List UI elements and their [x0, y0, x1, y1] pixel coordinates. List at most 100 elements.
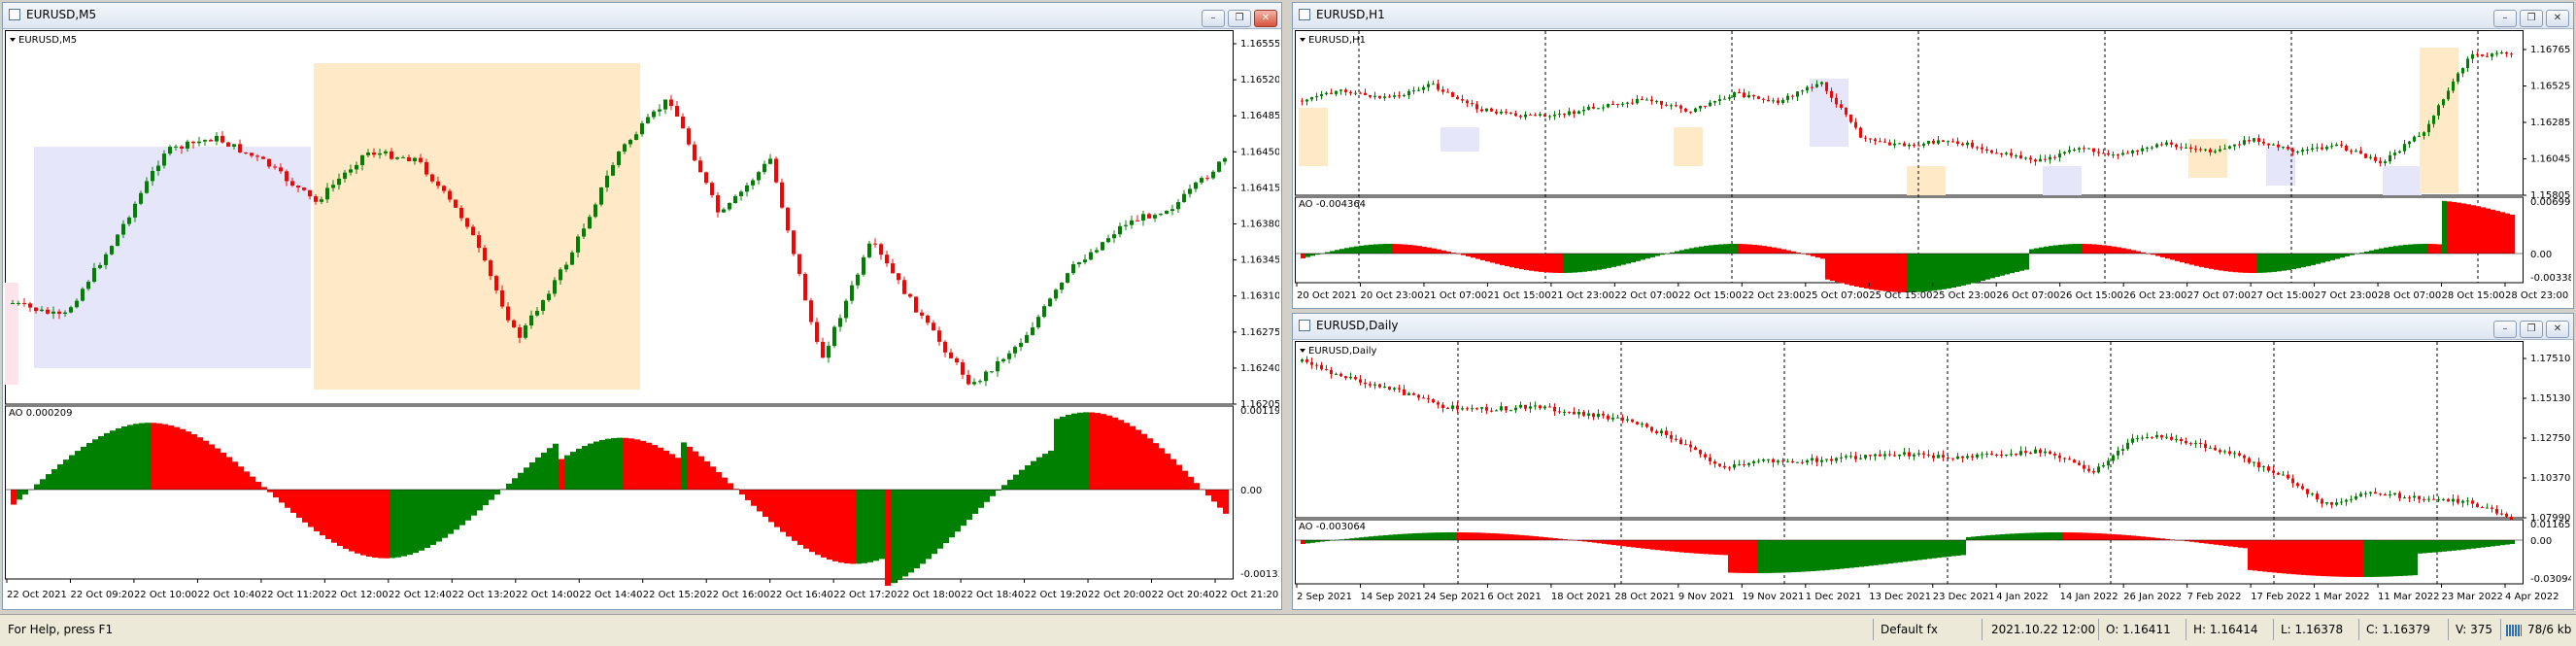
candle-body — [867, 243, 871, 257]
candle-body — [2243, 455, 2246, 459]
ao-bar — [1378, 535, 1383, 540]
candle-body — [2087, 468, 2090, 471]
ao-bar — [1456, 532, 1461, 540]
ao-bar — [1539, 254, 1543, 272]
restore-button[interactable]: ❐ — [2520, 321, 2543, 338]
candle-body — [1694, 108, 1697, 113]
ao-bar — [617, 437, 623, 490]
close-button[interactable]: ✕ — [1254, 10, 1277, 27]
window-titlebar[interactable]: EURUSD,Daily – ❐ ✕ — [1293, 314, 2573, 340]
candle-body — [1388, 96, 1391, 98]
candle-body — [2461, 500, 2464, 503]
ao-bar — [2476, 540, 2481, 549]
chart-window-m5[interactable]: EURUSD,M5 – ❐ ✕ 1.16555 1.16520 1.16485 1.164… — [2, 2, 1282, 610]
candle-body — [2243, 140, 2246, 145]
ao-bar — [1854, 540, 1859, 568]
ao-bar — [1524, 254, 1529, 270]
time-tick-label: 22 Oct 12:00 — [324, 590, 388, 600]
ao-bar — [1031, 460, 1036, 490]
ao-bar — [1505, 533, 1509, 540]
ao-bar — [2228, 254, 2233, 272]
price-tick-label: 1.17510 — [2530, 354, 2570, 364]
candle-body — [1461, 408, 1464, 410]
candle-body — [2131, 151, 2134, 153]
ao-bar — [1176, 464, 1182, 490]
ao-bar — [1592, 254, 1597, 271]
ao-bar — [2092, 532, 2097, 540]
window-titlebar[interactable]: EURUSD,H1 – ❐ ✕ — [1293, 3, 2573, 29]
close-button[interactable]: ✕ — [2546, 10, 2569, 27]
minimize-button[interactable]: – — [2493, 321, 2517, 338]
candle-body — [57, 311, 61, 315]
candle-body — [2015, 454, 2017, 456]
ao-bar — [57, 463, 63, 490]
candle-body — [564, 264, 568, 270]
candle-body — [926, 315, 930, 323]
candle-body — [2282, 147, 2285, 149]
close-button[interactable]: ✕ — [2546, 321, 2569, 338]
candle-body — [593, 204, 597, 218]
minimize-button[interactable]: – — [2493, 10, 2517, 27]
candle-body — [2053, 453, 2056, 456]
candle-body — [2044, 158, 2047, 160]
candle-body — [1932, 141, 1935, 144]
candle-body — [290, 181, 294, 187]
ao-bar — [2194, 254, 2199, 266]
ao-bar — [2311, 540, 2316, 576]
minimize-button[interactable]: – — [1202, 10, 1225, 27]
ao-bar — [203, 440, 209, 490]
ao-bar — [220, 452, 226, 490]
candle-body — [2199, 149, 2202, 151]
ao-bar — [990, 490, 996, 496]
candle-body — [2155, 144, 2158, 148]
ao-bar — [2024, 532, 2029, 540]
candle-body — [1981, 454, 1983, 456]
ao-bar — [1757, 245, 1762, 254]
candle-body — [2034, 449, 2037, 454]
candle-body — [856, 274, 860, 286]
ao-bar — [407, 490, 413, 556]
ao-bar — [250, 476, 255, 490]
ao-bar — [2306, 540, 2311, 576]
ao-bar — [2078, 532, 2083, 540]
price-chart-m5[interactable]: 1.165551.165201.164851.164501.164151.163… — [5, 30, 1279, 607]
candle-body — [168, 147, 172, 154]
ao-bar — [1427, 247, 1432, 254]
ao-bar — [110, 430, 116, 490]
status-divider — [2448, 619, 2449, 640]
restore-button[interactable]: ❐ — [2520, 10, 2543, 27]
ao-bar — [430, 490, 436, 545]
ao-bar — [2131, 250, 2136, 254]
candle-body — [2034, 159, 2037, 162]
ao-bar — [1747, 540, 1752, 573]
price-chart-daily[interactable]: 1.175101.151301.127501.103701.079900.011… — [1295, 341, 2571, 609]
ao-bar — [2500, 540, 2505, 546]
candle-body — [1007, 353, 1011, 359]
candle-body — [459, 207, 463, 219]
ao-bar — [1738, 244, 1743, 254]
chart-window-h1[interactable]: EURUSD,H1 – ❐ ✕ 1.16765 1.16525 1.16285 1.160… — [1292, 2, 2574, 309]
candle-body — [1767, 459, 1770, 460]
candle-body — [2408, 497, 2411, 499]
restore-button[interactable]: ❐ — [1228, 10, 1251, 27]
time-tick-label: 22 Oct 18:00 — [898, 590, 961, 600]
candle-body — [1141, 214, 1145, 221]
ao-bar — [424, 490, 430, 549]
candle-body — [1437, 402, 1440, 405]
ao-bar — [2500, 212, 2505, 254]
time-tick-label: 19 Nov 2021 — [1742, 592, 1804, 602]
ao-bar — [663, 450, 669, 490]
candle-body — [2345, 499, 2348, 502]
chart-window-daily[interactable]: EURUSD,Daily – ❐ ✕ 1.17510 1.15130 1.12750 1.… — [1292, 313, 2574, 610]
ao-bar — [547, 448, 553, 490]
ao-bar — [40, 479, 46, 490]
candle-body — [1524, 114, 1527, 118]
price-chart-h1[interactable]: 1.167651.165251.162851.160451.158050.006… — [1295, 30, 2571, 307]
time-tick-label: 14 Jan 2022 — [2060, 592, 2118, 602]
window-titlebar[interactable]: EURUSD,M5 – ❐ ✕ — [3, 3, 1281, 29]
candle-body — [1106, 238, 1110, 243]
ao-bar — [867, 490, 873, 562]
ao-bar — [634, 439, 640, 490]
candle-body — [1927, 454, 1930, 456]
candle-body — [1684, 108, 1687, 112]
